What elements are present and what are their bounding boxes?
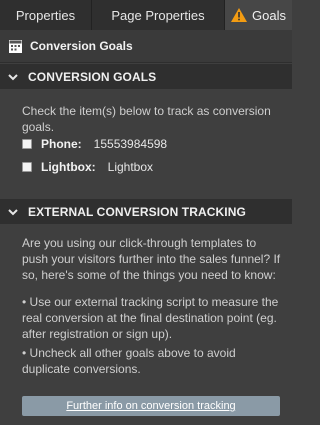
goal-value: Lightbox — [107, 160, 154, 174]
tab-goals[interactable]: Goals — [225, 0, 292, 30]
tab-goals-label: Goals — [252, 7, 286, 23]
chevron-down-icon — [8, 208, 18, 215]
tab-properties-label: Properties — [15, 7, 76, 23]
calendar-icon — [9, 40, 22, 53]
tab-page-properties-label: Page Properties — [111, 7, 205, 23]
goal-key: Lightbox: — [41, 160, 96, 174]
tab-properties[interactable]: Properties — [0, 0, 92, 30]
bullet-item: • Uncheck all other goals above to avoid… — [22, 346, 236, 376]
tab-bar: Properties Page Properties Goals — [0, 0, 292, 30]
tab-page-properties[interactable]: Page Properties — [92, 0, 225, 30]
further-info-button[interactable]: Further info on conversion tracking — [22, 396, 280, 416]
goal-item-lightbox: Lightbox: Lightbox — [22, 160, 153, 174]
goal-key: Phone: — [41, 137, 82, 151]
bullet-item: • Use our external tracking script to me… — [22, 295, 279, 341]
panel-title: Conversion Goals — [30, 39, 133, 53]
chevron-down-icon — [8, 73, 18, 80]
conversion-goals-intro: Check the item(s) below to track as conv… — [22, 104, 271, 134]
external-tracking-intro: Are you using our click-through template… — [22, 236, 281, 282]
warning-icon — [231, 8, 248, 22]
section-title: CONVERSION GOALS — [28, 69, 157, 84]
section-title: EXTERNAL CONVERSION TRACKING — [28, 204, 246, 219]
goal-value: 15553984598 — [93, 137, 168, 151]
section-header-external-tracking[interactable]: EXTERNAL CONVERSION TRACKING — [0, 199, 292, 224]
section-header-conversion-goals[interactable]: CONVERSION GOALS — [0, 64, 292, 89]
phone-checkbox[interactable] — [22, 139, 32, 149]
panel-toolbar: Conversion Goals — [0, 30, 292, 63]
goal-item-phone: Phone: 15553984598 — [22, 137, 167, 151]
lightbox-checkbox[interactable] — [22, 162, 32, 172]
